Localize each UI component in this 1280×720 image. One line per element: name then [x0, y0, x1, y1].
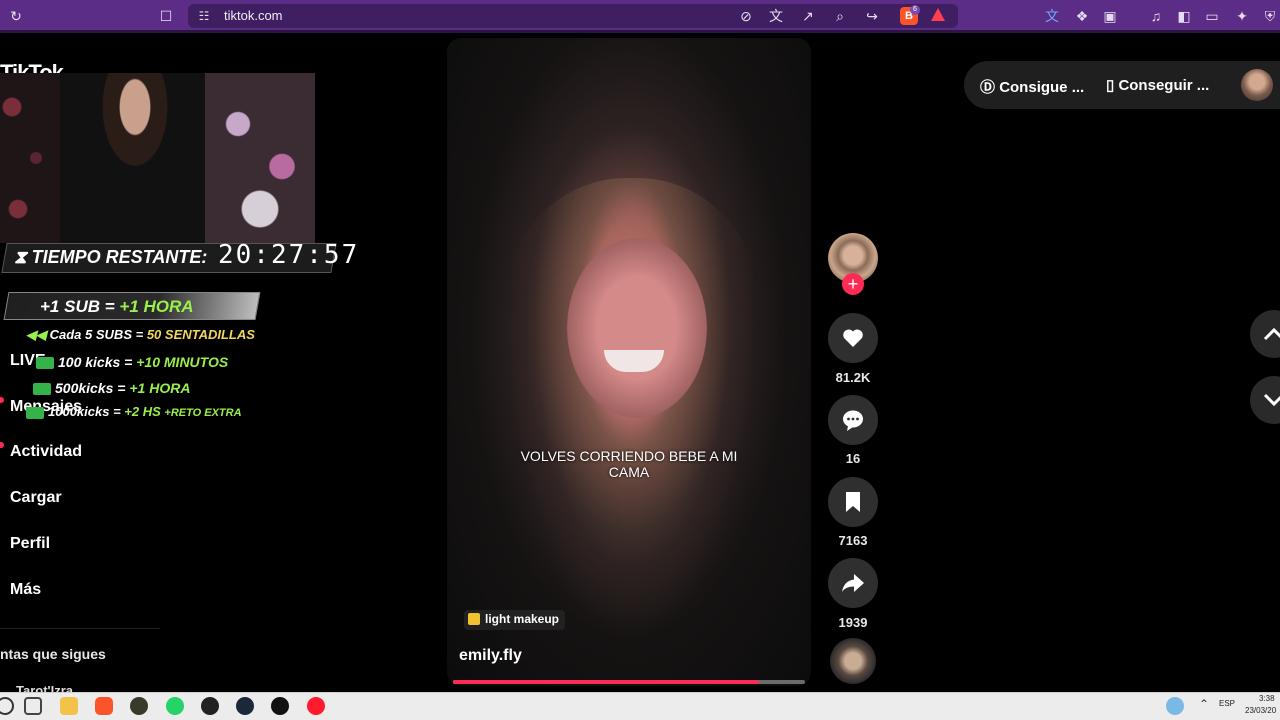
obs-icon[interactable] [201, 697, 219, 715]
coin-icon: Ⓓ [980, 79, 996, 96]
share-arrow-icon [842, 574, 864, 592]
notification-dot [0, 442, 4, 448]
clock-date[interactable]: 23/03/20 [1245, 706, 1276, 715]
sidebar-item-activity[interactable]: Actividad [10, 443, 82, 461]
opera-icon[interactable] [307, 697, 325, 715]
sidebar-item-upload[interactable]: Cargar [10, 489, 62, 507]
comment-icon [843, 410, 863, 431]
notification-dot [0, 397, 4, 403]
translate-icon[interactable]: 文 [766, 6, 786, 26]
extensions-icon[interactable]: ❖ [1072, 6, 1092, 26]
sound-disc[interactable] [830, 638, 876, 684]
following-section-title: ntas que sigues [0, 646, 106, 662]
weather-icon[interactable] [1166, 697, 1184, 715]
rule-1000-kicks: 1000kicks = +2 HS +RETO EXTRA [26, 404, 242, 419]
heart-icon [843, 329, 863, 347]
tray-chevron-icon[interactable]: ⌃ [1199, 697, 1209, 711]
rule-100-kicks: 100 kicks = +10 MINUTOS [36, 354, 228, 370]
leo-ai-icon[interactable]: ✦ [1232, 6, 1252, 26]
sidebar-divider [0, 628, 160, 629]
wallet-icon[interactable]: ▭ [1202, 6, 1222, 26]
like-count: 81.2K [835, 370, 871, 385]
chevron-down-icon [1263, 393, 1280, 407]
rule-500-kicks: 500kicks = +1 HORA [33, 380, 190, 396]
mute-icon[interactable]: ⊘ [736, 6, 756, 26]
get-app-button[interactable]: ▯ Conseguir ... [1106, 76, 1209, 94]
vpn-icon[interactable]: ⛨ [1260, 6, 1280, 26]
phone-icon: ▯ [1106, 77, 1115, 94]
video-author[interactable]: emily.fly [459, 647, 522, 665]
share-icon[interactable]: ↪ [862, 6, 882, 26]
get-coins-button[interactable]: Ⓓ Consigue ... [980, 76, 1084, 97]
progress-fill [453, 680, 760, 684]
app-icon[interactable] [130, 697, 148, 715]
timer-label: ⧗ TIEMPO RESTANTE: [14, 247, 208, 267]
bookmark-icon[interactable]: ☐ [156, 6, 176, 26]
sidebar-toggle-icon[interactable]: ◧ [1174, 6, 1194, 26]
url-text[interactable]: tiktok.com [224, 8, 283, 23]
bookmark-icon [846, 492, 860, 512]
epic-games-icon[interactable] [271, 697, 289, 715]
comment-button[interactable] [828, 395, 878, 445]
share-count: 1939 [838, 615, 868, 630]
file-explorer-icon[interactable] [60, 697, 78, 715]
zoom-icon[interactable]: ⌕ [830, 6, 850, 26]
media-icon[interactable]: ♫ [1146, 6, 1166, 26]
task-view-icon[interactable] [24, 697, 42, 715]
sidebar-item-more[interactable]: Más [10, 581, 41, 599]
hourglass-icon: ⧗ [14, 247, 27, 267]
clock-time[interactable]: 3:38 [1259, 694, 1275, 703]
video-caption: VOLVES CORRIENDO BEBE A MI CAMA [520, 448, 738, 480]
cash-icon [36, 357, 54, 370]
reload-icon[interactable]: ↻ [6, 6, 26, 26]
browser-toolbar: ↻ ☐ ☷ tiktok.com ⊘ 文 ↗ ⌕ ↪ B 6 文 ❖ ▣ ♫ ◧… [0, 0, 1280, 33]
open-external-icon[interactable]: ↗ [798, 6, 818, 26]
chevron-up-icon [1263, 327, 1280, 341]
like-button[interactable] [828, 313, 878, 363]
brave-browser-icon[interactable] [95, 697, 113, 715]
whatsapp-icon[interactable] [166, 697, 184, 715]
taskbar [0, 692, 1280, 720]
screenshot-icon[interactable]: ▣ [1100, 6, 1120, 26]
timer-value: 20:27:57 [218, 240, 360, 270]
video-player[interactable] [447, 38, 811, 686]
address-bar[interactable]: ☷ tiktok.com ⊘ 文 ↗ ⌕ ↪ B 6 [188, 4, 958, 28]
webcam-overlay [0, 73, 315, 243]
sub-rule: +1 SUB = +1 HORA [40, 297, 194, 316]
megaphone-icon: ◀◀ [26, 327, 46, 342]
language-indicator[interactable]: ESP [1219, 699, 1235, 708]
effect-icon [468, 613, 480, 625]
site-settings-icon[interactable]: ☷ [194, 6, 214, 26]
next-video-button[interactable] [1250, 376, 1280, 424]
comment-count: 16 [845, 451, 861, 466]
steam-icon[interactable] [236, 697, 254, 715]
rule-squats: ◀◀ Cada 5 SUBS = 50 SENTADILLAS [26, 327, 255, 342]
effect-tag[interactable]: light makeup [464, 610, 566, 630]
share-button[interactable] [828, 558, 878, 608]
sidebar-item-profile[interactable]: Perfil [10, 535, 50, 553]
brave-shields-count: 6 [910, 5, 920, 15]
previous-video-button[interactable] [1250, 310, 1280, 358]
brave-rewards-icon[interactable] [931, 8, 945, 21]
profile-avatar[interactable] [1241, 69, 1273, 101]
cash-icon [26, 406, 44, 419]
follow-plus-icon[interactable]: + [842, 273, 864, 295]
translate-extension-icon[interactable]: 文 [1042, 6, 1062, 26]
cash-icon [33, 383, 51, 396]
save-button[interactable] [828, 477, 878, 527]
save-count: 7163 [838, 533, 868, 548]
